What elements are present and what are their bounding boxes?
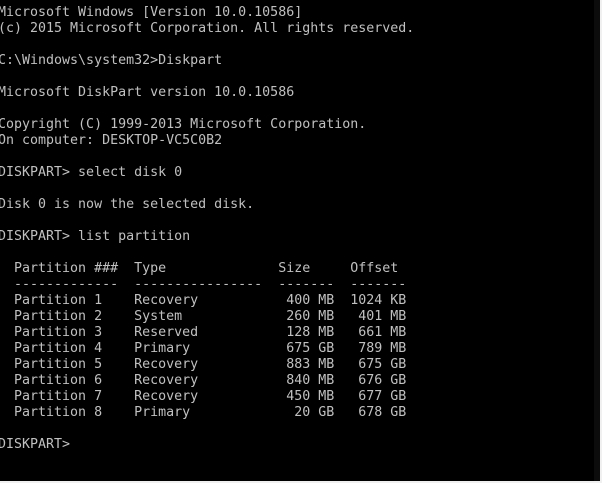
diskpart-input-prompt[interactable]: DISKPART> <box>0 437 594 453</box>
partition-row: Partition 7 Recovery 450 MB 677 GB <box>0 389 407 404</box>
command-prompt-console[interactable]: Microsoft Windows [Version 10.0.10586] (… <box>0 5 594 483</box>
diskpart-launch-command: C:\Windows\system32>Diskpart <box>0 53 223 68</box>
computer-name-line: On computer: DESKTOP-VC5C0B2 <box>0 133 223 148</box>
partition-row: Partition 6 Recovery 840 MB 676 GB <box>0 373 407 388</box>
partition-row: Partition 2 System 260 MB 401 MB <box>0 309 407 324</box>
partition-table-header: Partition ### Type Size Offset <box>0 261 399 276</box>
partition-row: Partition 5 Recovery 883 MB 675 GB <box>0 357 407 372</box>
partition-row: Partition 4 Primary 675 GB 789 MB <box>0 341 407 356</box>
list-partition-command: DISKPART> list partition <box>0 229 191 244</box>
windows-copyright-line: (c) 2015 Microsoft Corporation. All righ… <box>0 21 415 36</box>
partition-row: Partition 1 Recovery 400 MB 1024 KB <box>0 293 407 308</box>
partition-table-separator: ------------- ---------------- ------- -… <box>0 277 407 292</box>
diskpart-version-line: Microsoft DiskPart version 10.0.10586 <box>0 85 295 100</box>
partition-row: Partition 8 Primary 20 GB 678 GB <box>0 405 407 420</box>
partition-row: Partition 3 Reserved 128 MB 661 MB <box>0 325 407 340</box>
select-disk-result: Disk 0 is now the selected disk. <box>0 197 255 212</box>
diskpart-copyright-line: Copyright (C) 1999-2013 Microsoft Corpor… <box>0 117 367 132</box>
select-disk-command: DISKPART> select disk 0 <box>0 165 183 180</box>
windows-version-line: Microsoft Windows [Version 10.0.10586] <box>0 5 303 20</box>
